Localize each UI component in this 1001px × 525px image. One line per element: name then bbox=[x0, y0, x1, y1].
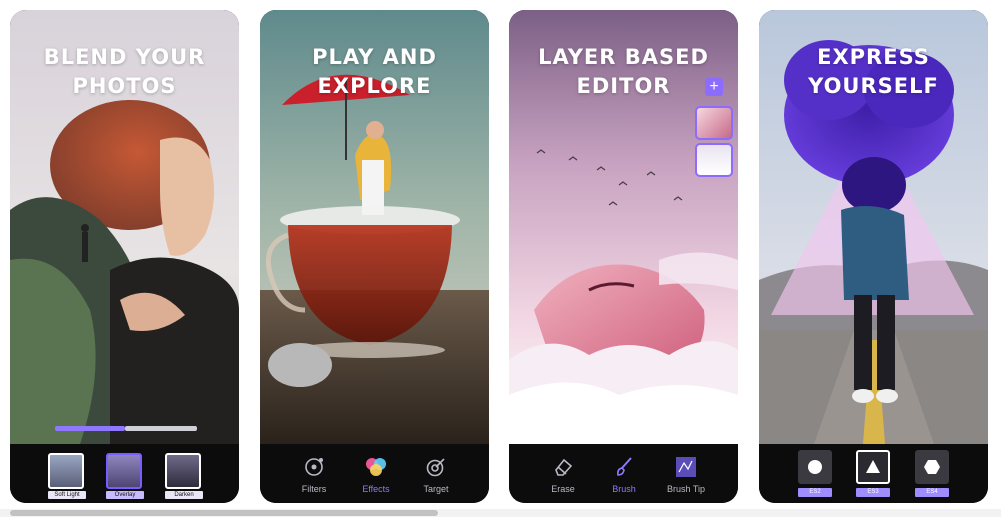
hexagon-icon bbox=[924, 460, 940, 474]
screenshot-card-blend: BLEND YOUR PHOTOS Soft Light Overlay Dar… bbox=[10, 10, 239, 503]
screenshot-card-effects: PLAY AND EXPLORE Filters Effects Target bbox=[260, 10, 489, 503]
shape-es4[interactable]: ES4 bbox=[915, 450, 949, 497]
layer-thumbnail[interactable] bbox=[695, 143, 733, 177]
headline: PLAY AND EXPLORE bbox=[312, 45, 437, 98]
blend-preview-thumbnail bbox=[165, 453, 201, 489]
add-layer-button[interactable]: + bbox=[705, 78, 723, 96]
circle-icon bbox=[808, 460, 822, 474]
blend-mode-overlay[interactable]: Overlay bbox=[106, 453, 144, 499]
eraser-icon bbox=[555, 458, 573, 476]
blend-mode-soft-light[interactable]: Soft Light bbox=[48, 453, 86, 499]
layer-thumbnail[interactable] bbox=[695, 106, 733, 140]
shape-es2[interactable]: ES2 bbox=[798, 450, 832, 497]
screenshot-card-layers: LAYER BASED EDITOR + Erase Brush Brush T… bbox=[509, 10, 738, 503]
brush-tool[interactable]: Brush bbox=[592, 456, 656, 494]
headline: EXPRESS YOURSELF bbox=[808, 45, 939, 98]
effects-toolbar: Filters Effects Target bbox=[260, 444, 489, 503]
erase-tool[interactable]: Erase bbox=[531, 456, 595, 494]
headline: LAYER BASED EDITOR bbox=[538, 45, 709, 98]
brush-icon bbox=[617, 457, 632, 476]
blend-preview-thumbnail bbox=[106, 453, 142, 489]
target-icon bbox=[426, 458, 445, 477]
shape-es3[interactable]: ES3 bbox=[856, 450, 890, 497]
blend-mode-toolbar: Soft Light Overlay Darken bbox=[10, 444, 239, 503]
filters-tab[interactable]: Filters bbox=[282, 456, 346, 494]
brush-tip-icon bbox=[676, 457, 696, 477]
triangle-icon bbox=[866, 460, 880, 473]
effects-tab[interactable]: Effects bbox=[344, 456, 408, 494]
screenshot-card-shapes: EXPRESS YOURSELF ES2 ES3 ES4 bbox=[759, 10, 988, 503]
horizontal-scrollbar-thumb[interactable] bbox=[10, 510, 438, 516]
blend-preview-thumbnail bbox=[48, 453, 84, 489]
effects-icon bbox=[366, 458, 386, 476]
headline: BLEND YOUR PHOTOS bbox=[43, 45, 206, 98]
blend-mode-darken[interactable]: Darken bbox=[165, 453, 203, 499]
target-tab[interactable]: Target bbox=[404, 456, 468, 494]
layer-tools-toolbar: Erase Brush Brush Tip bbox=[509, 444, 738, 503]
shapes-toolbar: ES2 ES3 ES4 bbox=[759, 444, 988, 503]
brush-tip-tool[interactable]: Brush Tip bbox=[654, 456, 718, 494]
filters-icon bbox=[305, 458, 323, 476]
